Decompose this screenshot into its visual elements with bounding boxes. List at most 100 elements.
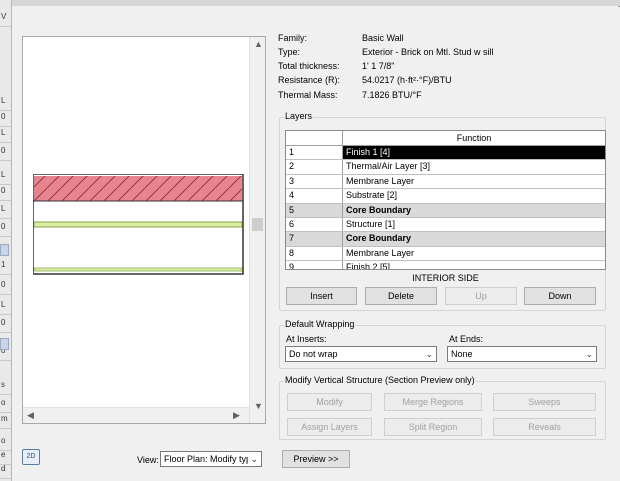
background-window-mark: L <box>1 300 6 309</box>
background-window-mark: L <box>1 170 6 179</box>
layer-function-cell[interactable]: Membrane Layer <box>343 175 605 188</box>
insert-button[interactable]: Insert <box>286 287 357 305</box>
reveals-button[interactable]: Reveals <box>493 418 596 436</box>
property-value: 1' 1 7/8" <box>362 61 395 71</box>
insulation-layer <box>33 221 243 228</box>
sweeps-button[interactable]: Sweeps <box>493 393 596 411</box>
background-window-mark: 0 <box>1 186 6 195</box>
layer-function-cell[interactable]: Membrane Layer <box>343 247 605 260</box>
layer-number-cell[interactable]: 1 <box>286 146 343 160</box>
preview-scroll-thumb[interactable] <box>252 218 263 231</box>
layer-number-cell[interactable]: 4 <box>286 189 343 203</box>
property-value: 54.0217 (h·ft²·°F)/BTU <box>362 75 452 85</box>
background-window-mark: V <box>1 12 7 21</box>
at-ends-select[interactable]: None ⌄ <box>447 346 597 362</box>
scroll-down-arrow-icon[interactable]: ▼ <box>254 401 263 411</box>
property-label: Thermal Mass: <box>278 90 338 100</box>
chevron-down-icon: ⌄ <box>248 452 258 466</box>
assign-layers-button[interactable]: Assign Layers <box>287 418 372 436</box>
layer-number-cell[interactable]: 5 <box>286 203 343 217</box>
column-header-number <box>286 131 343 146</box>
preview-vertical-scrollbar[interactable]: ▲ ▼ <box>249 37 265 423</box>
table-row[interactable]: 4Substrate [2]Ply <box>286 189 605 204</box>
background-window-mark: s <box>1 380 5 389</box>
property-value: 7.1826 BTU/°F <box>362 90 422 100</box>
layer-number-cell[interactable]: 8 <box>286 246 343 261</box>
background-window-button <box>0 244 9 256</box>
view-label: View: <box>137 455 159 465</box>
merge-regions-button[interactable]: Merge Regions <box>384 393 482 411</box>
layer-function-cell[interactable]: Core Boundary <box>343 232 605 246</box>
layer-number-cell[interactable]: 3 <box>286 174 343 189</box>
preview-button[interactable]: Preview >> <box>282 450 350 468</box>
table-row[interactable]: 7Core BoundaryLay <box>286 232 605 247</box>
background-window-mark: 0 <box>1 318 6 327</box>
background-window-mark: d <box>1 464 6 473</box>
default-wrapping-label: Default Wrapping <box>284 319 356 329</box>
layer-function-cell[interactable]: Structure [1] <box>343 218 605 231</box>
at-inserts-label: At Inserts: <box>286 334 327 344</box>
property-value: Exterior - Brick on Mtl. Stud w sill <box>362 47 494 57</box>
vertical-structure-label: Modify Vertical Structure (Section Previ… <box>284 375 476 385</box>
layer-number-cell[interactable]: 2 <box>286 160 343 174</box>
at-ends-label: At Ends: <box>449 334 484 344</box>
background-window-mark: L <box>1 204 6 213</box>
property-label: Total thickness: <box>278 61 340 71</box>
interior-side-label: INTERIOR SIDE <box>412 273 479 283</box>
property-label: Family: <box>278 33 307 43</box>
scroll-up-arrow-icon[interactable]: ▲ <box>254 39 263 49</box>
at-ends-value: None <box>451 349 473 359</box>
wall-preview-graphic <box>33 174 244 275</box>
property-value: Basic Wall <box>362 33 404 43</box>
modify-button[interactable]: Modify <box>287 393 372 411</box>
preview-horizontal-scrollbar[interactable]: ◀ ▶ <box>23 407 249 423</box>
background-window-mark: 0 <box>1 112 6 121</box>
layers-table[interactable]: Function 1Finish 1 [4]Bri2Thermal/Air La… <box>285 130 606 270</box>
background-window-mark: m <box>1 414 8 423</box>
table-row[interactable]: 6Structure [1]Me <box>286 218 605 233</box>
layer-function-cell[interactable]: Thermal/Air Layer [3] <box>343 160 605 173</box>
layer-number-cell[interactable]: 9 <box>286 261 343 269</box>
view-select[interactable]: Floor Plan: Modify typ ⌄ <box>160 451 262 467</box>
finish-layer <box>33 267 243 272</box>
delete-button[interactable]: Delete <box>365 287 437 305</box>
background-window-mark: e <box>1 450 6 459</box>
background-window-mark: o <box>1 436 6 445</box>
scroll-right-arrow-icon[interactable]: ▶ <box>233 410 240 421</box>
layer-number-cell[interactable]: 6 <box>286 218 343 232</box>
at-inserts-value: Do not wrap <box>289 349 338 359</box>
background-window-mark: L <box>1 128 6 137</box>
background-window-mark: 0 <box>1 222 6 231</box>
view-value: Floor Plan: Modify typ <box>164 454 252 464</box>
table-row[interactable]: 8Membrane LayerVa <box>286 246 605 262</box>
at-inserts-select[interactable]: Do not wrap ⌄ <box>285 346 437 362</box>
background-window-strip: VL0L0L0L010L0osomoed <box>0 0 12 481</box>
layer-function-cell[interactable]: Finish 2 [5] <box>343 261 605 269</box>
property-label: Type: <box>278 47 301 57</box>
background-window-mark: L <box>1 96 6 105</box>
zoom-2d-icon[interactable]: 2D <box>22 449 40 465</box>
table-row[interactable]: 1Finish 1 [4]Bri <box>286 146 605 161</box>
layer-number-cell[interactable]: 7 <box>286 232 343 246</box>
chevron-down-icon: ⌄ <box>425 349 433 359</box>
background-window-mark: 1 <box>1 260 6 269</box>
background-window-button <box>0 338 9 350</box>
section-preview-pane[interactable]: ▲ ▼ ◀ ▶ <box>22 36 266 424</box>
table-row[interactable]: 2Thermal/Air Layer [3]Air <box>286 160 605 175</box>
layers-group-label: Layers <box>284 111 314 121</box>
split-region-button[interactable]: Split Region <box>384 418 482 436</box>
scroll-left-arrow-icon[interactable]: ◀ <box>27 410 34 421</box>
down-button[interactable]: Down <box>524 287 596 305</box>
layer-function-cell[interactable]: Substrate [2] <box>343 189 605 202</box>
column-header-function[interactable]: Function <box>343 131 605 146</box>
property-label: Resistance (R): <box>278 75 341 85</box>
background-window-mark: o <box>1 398 6 407</box>
up-button[interactable]: Up <box>445 287 517 305</box>
brick-hatch <box>34 176 242 201</box>
table-row[interactable]: 9Finish 2 [5]Gy <box>286 261 605 269</box>
chevron-down-icon: ⌄ <box>585 349 593 359</box>
layer-function-cell[interactable]: Core Boundary <box>343 203 605 217</box>
table-row[interactable]: 3Membrane LayerAir <box>286 174 605 190</box>
layer-function-cell[interactable]: Finish 1 [4] <box>343 146 605 160</box>
table-row[interactable]: 5Core BoundaryLay <box>286 203 605 218</box>
